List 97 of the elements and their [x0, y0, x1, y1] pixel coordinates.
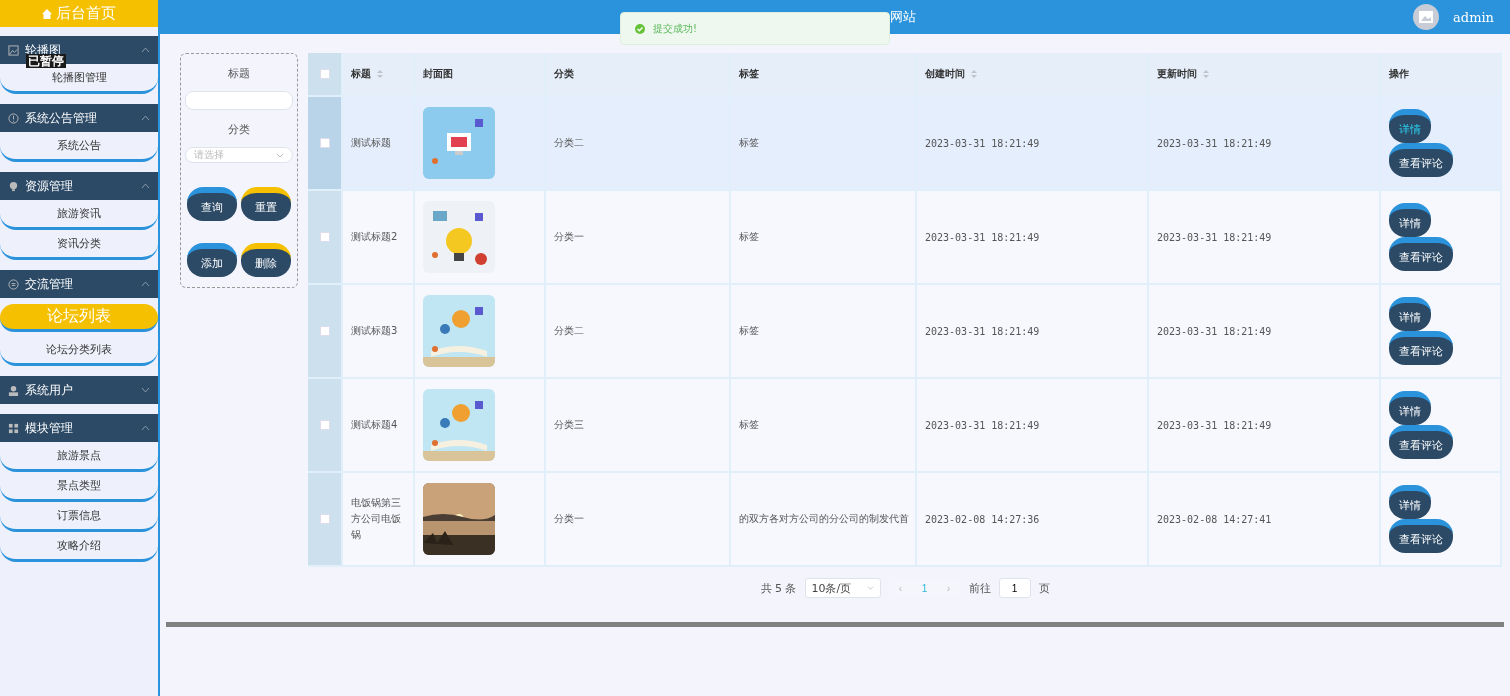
menu-item[interactable]: 订票信息 [0, 502, 158, 532]
table-row[interactable]: 电饭锅第三方公司电饭锅 分类一 的双方各对方公司的分公司的制发代首 2023-02-08 14:27:36 2023-02-08 14:27:41 详情 查看评论 [308, 473, 1502, 567]
action-button[interactable]: 删除 [241, 243, 291, 277]
table-cell: 2023-02-08 14:27:41 [1157, 513, 1272, 525]
column-header[interactable]: 创建时间 [925, 67, 965, 81]
avatar[interactable] [1413, 4, 1440, 30]
table-cell-text: 标签 [739, 136, 759, 150]
menu-group-header[interactable]: 模块管理 [0, 414, 158, 442]
action-button[interactable]: 查询 [187, 187, 237, 221]
chevron-down-icon [276, 152, 284, 158]
page-input-field[interactable]: 1 [998, 578, 1031, 598]
field-label: 标题 [228, 66, 250, 81]
table-cell: 2023-03-31 18:21:49 [1157, 325, 1272, 337]
sort-icon[interactable] [376, 69, 384, 79]
menu-item[interactable]: 系统公告 [0, 132, 158, 162]
table-cell: 2023-02-08 14:27:36 [925, 513, 1040, 525]
table-cell-text: 分类一 [554, 512, 584, 526]
comments-button[interactable]: 查看评论 [1389, 425, 1453, 459]
goto-label: 前往 [968, 580, 991, 596]
comments-button[interactable]: 查看评论 [1389, 143, 1453, 177]
column-header[interactable]: 标题 [351, 67, 371, 81]
column-header: 操作 [1389, 67, 1409, 81]
table-cell-text: 测试标题3 [351, 324, 398, 338]
table-cell: 2023-03-31 18:21:49 [1157, 231, 1272, 243]
table-cell: 2023-03-31 18:21:49 [925, 137, 1040, 149]
total-count: 共 5 条 [760, 580, 797, 596]
table-cell: 2023-03-31 18:21:49 [1157, 137, 1272, 149]
table-cell-text: 分类一 [554, 230, 584, 244]
scrollbar[interactable] [166, 622, 1504, 627]
menu-group-header[interactable]: 系统公告管理 [0, 104, 158, 132]
menu-item[interactable]: 旅游资讯 [0, 200, 158, 230]
page-size-select[interactable]: 10条/页 [804, 578, 881, 598]
page-suffix: 页 [1038, 580, 1050, 596]
table-cell-text: 的双方各对方公司的分公司的制发代首 [739, 512, 909, 526]
menu-item[interactable]: 资讯分类 [0, 230, 158, 260]
grid-icon [8, 422, 19, 434]
menu-item[interactable]: 旅游景点 [0, 442, 158, 472]
menu-item[interactable]: 论坛分类列表 [0, 336, 158, 366]
row-checkbox[interactable] [319, 420, 330, 430]
table-row[interactable]: 测试标题2 分类一 标签 2023-03-31 18:21:49 2023-03-31 18:21:49 详情 查看评论 [308, 191, 1502, 285]
column-header: 封面图 [423, 67, 453, 81]
table-cell-text: 标签 [739, 418, 759, 432]
menu-item[interactable]: 攻略介绍 [0, 532, 158, 562]
image-icon [1419, 11, 1434, 23]
comments-button[interactable]: 查看评论 [1389, 519, 1453, 553]
sort-icon[interactable] [1202, 69, 1210, 79]
table-row[interactable]: 测试标题3 分类二 标签 2023-03-31 18:21:49 2023-03-31 18:21:49 详情 查看评论 [308, 285, 1502, 379]
column-header: 标签 [739, 67, 759, 81]
table-cell-text: 分类三 [554, 418, 584, 432]
details-button[interactable]: 详情 [1389, 391, 1431, 425]
comments-button[interactable]: 查看评论 [1389, 331, 1453, 365]
details-button[interactable]: 详情 [1389, 109, 1431, 143]
site-title: 网站 [890, 8, 917, 26]
field-label: 分类 [228, 122, 250, 137]
row-checkbox[interactable] [319, 138, 330, 148]
table-cell: 2023-03-31 18:21:49 [925, 419, 1040, 431]
row-checkbox[interactable] [319, 514, 330, 524]
table-cell: 2023-03-31 18:21:49 [925, 325, 1040, 337]
success-toast: 提交成功! [620, 12, 890, 45]
title-input-field[interactable] [185, 91, 293, 110]
menu-group-header[interactable]: 交流管理 [0, 270, 158, 298]
select-all-checkbox[interactable] [319, 69, 330, 79]
details-button[interactable]: 详情 [1389, 297, 1431, 331]
table-cell: 2023-03-31 18:21:49 [925, 231, 1040, 243]
paused-label: 已暂停 [26, 54, 66, 68]
bulb-icon [8, 180, 19, 192]
action-button[interactable]: 重置 [241, 187, 291, 221]
table-cell-text: 分类二 [554, 136, 584, 150]
table-row[interactable]: 测试标题 分类二 标签 2023-03-31 18:21:49 2023-03-31 18:21:49 详情 查看评论 [308, 97, 1502, 191]
info-icon [8, 112, 19, 124]
column-header: 分类 [554, 67, 574, 81]
table-cell: 2023-03-31 18:21:49 [1157, 419, 1272, 431]
row-checkbox[interactable] [319, 326, 330, 336]
action-button[interactable]: 添加 [187, 243, 237, 277]
table-cell-text: 测试标题4 [351, 418, 398, 432]
chevron-down-icon [866, 586, 874, 590]
details-button[interactable]: 详情 [1389, 203, 1431, 237]
table-cell-text: 测试标题2 [351, 230, 398, 244]
menu-group-header[interactable]: 系统用户 [0, 376, 158, 404]
table-row[interactable]: 测试标题4 分类三 标签 2023-03-31 18:21:49 2023-03-31 18:21:49 详情 查看评论 [308, 379, 1502, 473]
menu-item[interactable]: 景点类型 [0, 472, 158, 502]
details-button[interactable]: 详情 [1389, 485, 1431, 519]
menu-group-header[interactable]: 资源管理 [0, 172, 158, 200]
row-checkbox[interactable] [319, 232, 330, 242]
home-icon [42, 8, 52, 19]
chat-icon [8, 278, 19, 290]
table-cell-text: 标签 [739, 230, 759, 244]
comments-button[interactable]: 查看评论 [1389, 237, 1453, 271]
image-icon [8, 44, 19, 56]
check-circle-icon [635, 23, 645, 34]
table-cell-text: 电饭锅第三方公司电饭锅 [351, 496, 402, 542]
table-cell-text: 标签 [739, 324, 759, 338]
column-header[interactable]: 更新时间 [1157, 67, 1197, 81]
user-icon [8, 384, 19, 396]
table-cell-text: 测试标题 [351, 136, 391, 150]
table-cell-text: 分类二 [554, 324, 584, 338]
sort-icon[interactable] [970, 69, 978, 79]
